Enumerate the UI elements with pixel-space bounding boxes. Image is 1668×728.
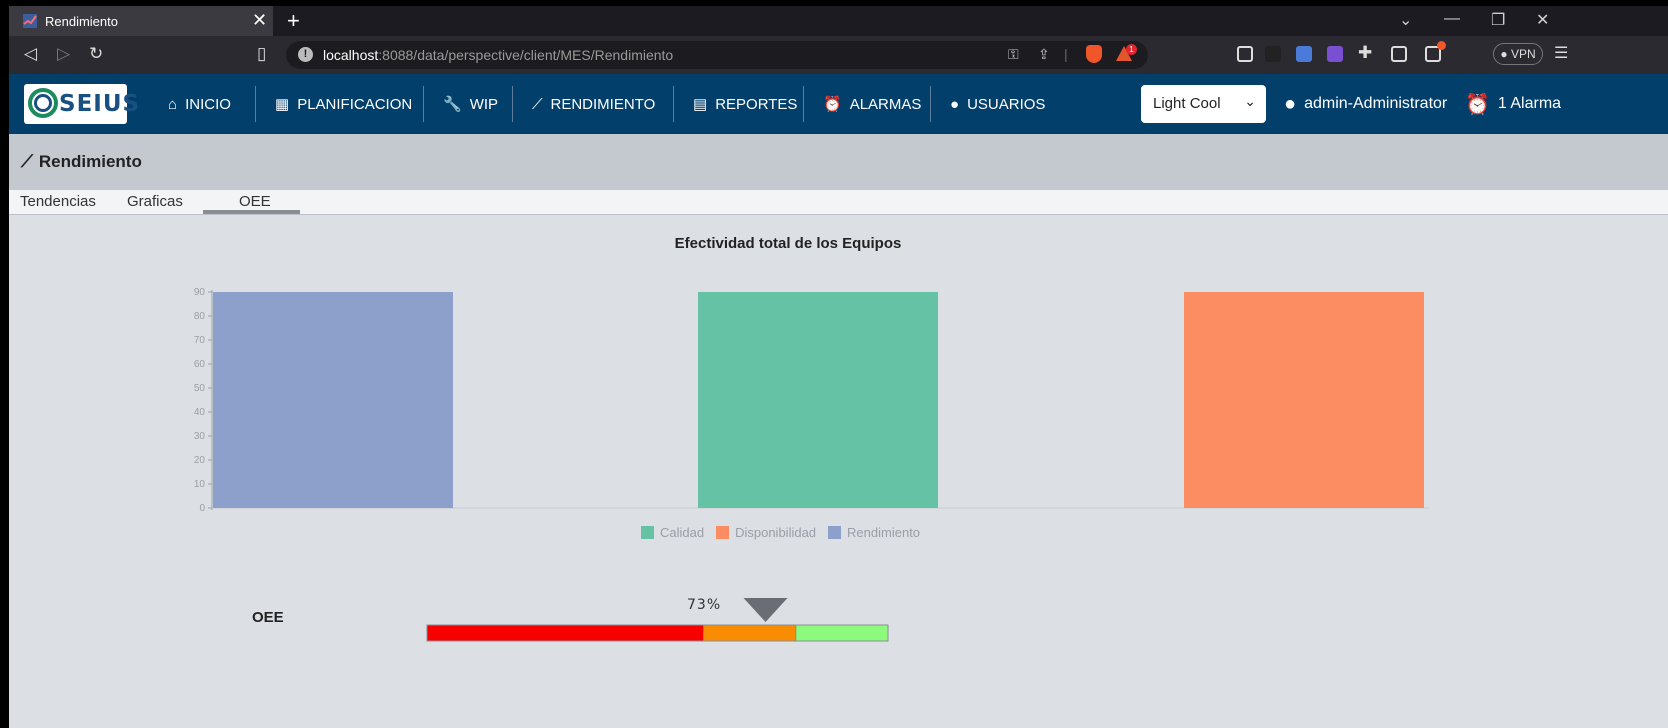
page-tabs: Tendencias Graficas OEE: [9, 190, 1668, 215]
site-info-icon[interactable]: !: [298, 47, 313, 62]
address-bar[interactable]: ! localhost:8088/data/perspective/client…: [286, 41, 1148, 69]
browser-toolbar: ◁ ▷ ↻ ▯ ! localhost:8088/data/perspectiv…: [9, 36, 1668, 74]
bar-rendimiento[interactable]: [213, 292, 453, 508]
sidebar-icon[interactable]: [1391, 46, 1407, 62]
calendar-icon: ▦: [275, 96, 290, 113]
gauge-label: OEE: [252, 609, 284, 626]
page-header: ⟋ Rendimiento: [9, 134, 1668, 190]
page-title: ⟋ Rendimiento: [21, 152, 142, 171]
y-tick-label: 50: [194, 383, 206, 394]
brave-rewards-icon[interactable]: 1: [1116, 44, 1137, 61]
home-icon: ⌂: [168, 95, 178, 113]
y-tick-label: 60: [194, 359, 206, 370]
wallet-extension-icon[interactable]: [1327, 46, 1343, 62]
alarm-icon: ⏰: [1465, 93, 1490, 116]
notification-badge: 1: [1126, 44, 1137, 55]
back-icon[interactable]: ◁: [24, 44, 37, 64]
oee-bar-chart: 0 10 20 30 40 50 60 70 80 90: [194, 287, 1429, 642]
legend-swatch: [641, 526, 654, 539]
media-icon[interactable]: [1237, 46, 1253, 62]
theme-select[interactable]: Light Cool ⌄: [1141, 85, 1266, 123]
app-header: SEIUS ⌂ INICIO ▦ PLANIFICACION 🔧 WIP ⟋ RENDI…: [9, 74, 1668, 134]
alarm-label: 1 Alarma: [1497, 95, 1562, 112]
browser-window: Rendimiento ✕ + ⌄ — ❐ ✕ ◁ ▷ ↻ ▯ ! localh…: [9, 6, 1668, 728]
y-tick-label: 0: [199, 503, 205, 514]
share-icon[interactable]: ⇪: [1038, 46, 1050, 63]
bar-disponibilidad[interactable]: [1184, 292, 1424, 508]
tab-search-icon[interactable]: ⌄: [1399, 10, 1412, 30]
chevron-down-icon: ⌄: [1244, 93, 1256, 109]
user-menu[interactable]: ● admin-Administrator: [1284, 74, 1447, 134]
close-tab-icon[interactable]: ✕: [252, 10, 267, 31]
y-tick-label: 10: [194, 479, 206, 490]
tab-strip: Rendimiento ✕ + ⌄ — ❐ ✕: [9, 6, 1668, 36]
oee-panel: Efectividad total de los Equipos 0 10 20 30…: [9, 215, 1668, 728]
nav-reportes[interactable]: ▤ REPORTES: [693, 74, 797, 134]
gauge-pointer: [743, 598, 788, 622]
nav-usuarios[interactable]: ● USUARIOS: [950, 74, 1045, 134]
browser-tab[interactable]: Rendimiento ✕: [9, 6, 273, 36]
divider: |: [1064, 46, 1068, 62]
reload-icon[interactable]: ↻: [89, 44, 103, 64]
new-tab-button[interactable]: +: [287, 8, 300, 34]
gauge-value: 73%: [687, 597, 722, 613]
brave-shield-icon[interactable]: [1086, 45, 1102, 63]
nav-planificacion[interactable]: ▦ PLANIFICACION: [275, 74, 412, 134]
wrench-icon: 🔧: [443, 96, 462, 113]
gauge-band: [703, 624, 797, 642]
tab-tendencias[interactable]: Tendencias: [20, 193, 96, 210]
legend-swatch: [828, 526, 842, 539]
url-text: localhost:8088/data/perspective/client/M…: [323, 47, 674, 63]
restore-button[interactable]: ❐: [1491, 10, 1505, 30]
gauge-band: [426, 624, 705, 642]
y-tick-label: 40: [194, 407, 206, 418]
minimize-button[interactable]: —: [1444, 10, 1460, 28]
close-window-button[interactable]: ✕: [1536, 10, 1549, 30]
y-tick-label: 70: [194, 335, 206, 346]
company-logo: SEIUS: [24, 84, 139, 124]
legend-item-calidad[interactable]: Calidad: [641, 525, 704, 540]
trend-icon: ⟋: [21, 152, 33, 171]
bookmark-icon[interactable]: ▯: [257, 44, 266, 64]
tab-graficas[interactable]: Graficas: [127, 193, 183, 210]
menu-icon[interactable]: ☰: [1554, 43, 1568, 63]
vpn-button[interactable]: ● VPN: [1493, 43, 1543, 65]
y-tick-label: 90: [194, 287, 206, 298]
document-icon: ▤: [693, 96, 708, 113]
wallet-icon[interactable]: [1425, 41, 1446, 62]
bar-calidad[interactable]: [698, 292, 938, 508]
translate-icon[interactable]: [1296, 46, 1312, 62]
gauge-band: [795, 624, 889, 642]
legend-item-rendimiento[interactable]: Rendimiento: [828, 525, 920, 540]
forward-icon[interactable]: ▷: [57, 44, 70, 64]
nav-inicio[interactable]: ⌂ INICIO: [168, 74, 231, 134]
extension-icon[interactable]: [1265, 46, 1281, 62]
y-tick-label: 20: [194, 455, 206, 466]
y-tick-label: 80: [194, 311, 206, 322]
nav-rendimiento[interactable]: ⟋ RENDIMIENTO: [532, 74, 655, 134]
puzzle-icon[interactable]: ✚: [1358, 43, 1372, 63]
user-icon: ●: [1284, 92, 1297, 115]
user-label: admin-Administrator: [1304, 95, 1448, 112]
key-icon[interactable]: ⚿: [1008, 46, 1019, 63]
person-icon: ●: [950, 95, 960, 113]
tab-oee[interactable]: OEE: [239, 193, 271, 210]
tab-title: Rendimiento: [45, 14, 118, 29]
trend-icon: ⟋: [532, 95, 543, 113]
alarm-clock-icon: ⏰: [823, 96, 842, 113]
favicon-chart-icon: [23, 14, 37, 28]
y-tick-label: 30: [194, 431, 206, 442]
active-tab-indicator: [203, 210, 300, 214]
chart-legend: Calidad Disponibilidad Rendimiento: [641, 525, 932, 540]
nav-alarmas[interactable]: ⏰ ALARMAS: [823, 74, 921, 134]
alarm-indicator[interactable]: ⏰ 1 Alarma: [1465, 74, 1561, 134]
nav-wip[interactable]: 🔧 WIP: [443, 74, 498, 134]
legend-item-disponibilidad[interactable]: Disponibilidad: [716, 525, 816, 540]
legend-swatch: [716, 526, 730, 539]
